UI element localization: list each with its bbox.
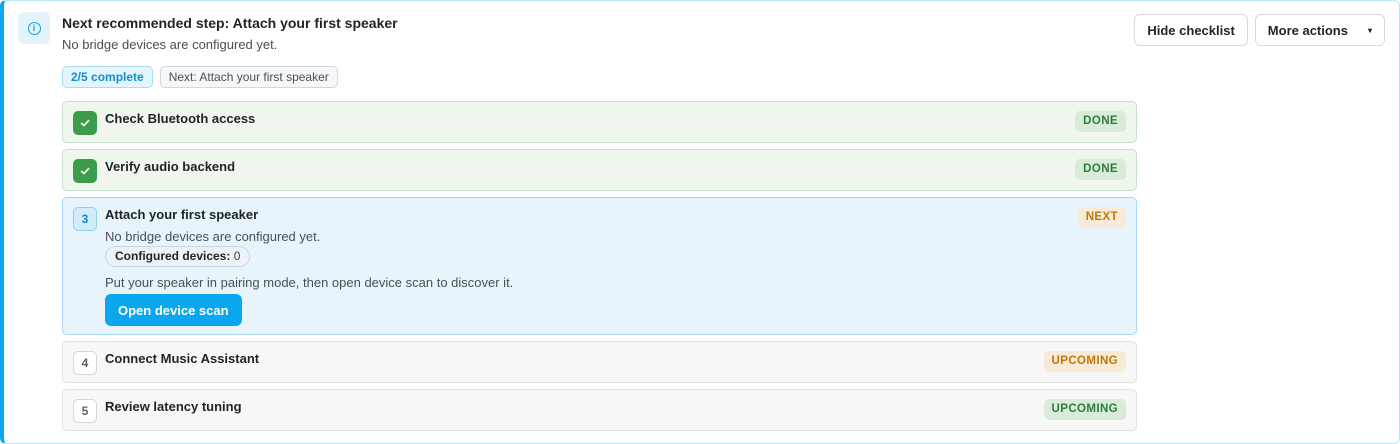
- checklist-step-attach-speaker: 3 Attach your first speaker NEXT No brid…: [62, 197, 1137, 335]
- step-hint: Put your speaker in pairing mode, then o…: [105, 275, 514, 290]
- status-badge: UPCOMING: [1043, 351, 1126, 372]
- checklist-step-music-assistant: 4 Connect Music Assistant UPCOMING: [62, 341, 1137, 383]
- checklist-step-latency-tuning: 5 Review latency tuning UPCOMING: [62, 389, 1137, 431]
- checkmark-icon: [73, 159, 97, 183]
- checklist-chips: 2/5 complete Next: Attach your first spe…: [62, 66, 338, 88]
- hide-checklist-button[interactable]: Hide checklist: [1134, 14, 1248, 46]
- configured-devices-count: 0: [233, 249, 241, 263]
- progress-chip: 2/5 complete: [62, 66, 153, 88]
- checklist-title: Next recommended step: Attach your first…: [62, 15, 398, 31]
- step-title: Attach your first speaker: [105, 207, 259, 222]
- checklist-step-audio-backend: Verify audio backend DONE: [62, 149, 1137, 191]
- status-badge: NEXT: [1077, 207, 1126, 228]
- configured-devices-label: Configured devices:: [115, 249, 231, 263]
- status-badge: DONE: [1075, 159, 1126, 180]
- next-step-chip: Next: Attach your first speaker: [159, 66, 338, 88]
- header-actions: Hide checklist More actions ▾: [1134, 14, 1385, 46]
- step-number: 5: [73, 399, 97, 423]
- more-actions-button[interactable]: More actions ▾: [1254, 14, 1385, 46]
- checkmark-icon: [73, 111, 97, 135]
- more-actions-label: More actions: [1267, 22, 1348, 38]
- open-device-scan-button[interactable]: Open device scan: [105, 294, 242, 326]
- step-title: Check Bluetooth access: [105, 111, 256, 126]
- info-icon: i: [18, 12, 50, 44]
- step-number: 3: [73, 207, 97, 231]
- step-number: 4: [73, 351, 97, 375]
- configured-devices-pill: Configured devices: 0: [105, 246, 251, 267]
- hide-checklist-label: Hide checklist: [1147, 22, 1235, 38]
- checklist-subtitle: No bridge devices are configured yet.: [62, 37, 278, 52]
- chevron-down-icon: ▾: [1367, 25, 1372, 35]
- step-title: Review latency tuning: [105, 399, 242, 414]
- status-badge: UPCOMING: [1043, 399, 1126, 420]
- step-title: Connect Music Assistant: [105, 351, 260, 366]
- step-title: Verify audio backend: [105, 159, 236, 174]
- onboarding-checklist-card: i Next recommended step: Attach your fir…: [0, 0, 1400, 444]
- step-description: No bridge devices are configured yet.: [105, 229, 321, 244]
- status-badge: DONE: [1075, 111, 1126, 132]
- checklist-step-bluetooth: Check Bluetooth access DONE: [62, 101, 1137, 143]
